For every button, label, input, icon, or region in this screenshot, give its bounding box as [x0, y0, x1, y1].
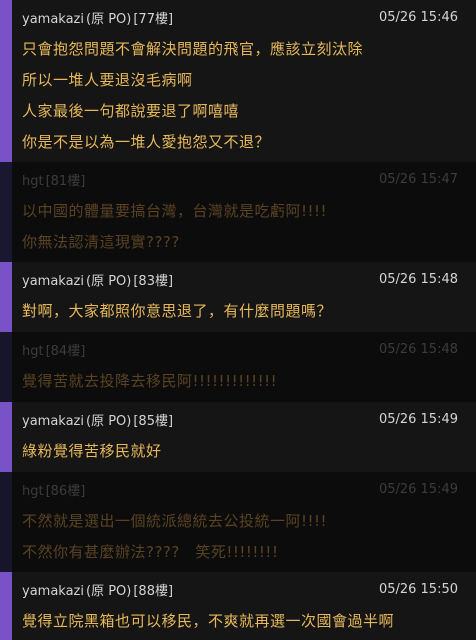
floor-number: [84樓] — [45, 343, 86, 359]
comment-timestamp: 05/26 15:49 — [378, 411, 458, 427]
comment-author: yamakazi (原 PO) [83樓] — [22, 270, 175, 289]
comment-other-3: hgt [84樓] 05/26 15:48 覺得苦就去投降去移民阿!!!!!!!!!!… — [0, 332, 476, 402]
comment-accent-bar — [0, 0, 12, 162]
floor-number: [86樓] — [45, 483, 86, 499]
comment-line: 只會抱怨問題不會解決問題的飛官，應該立刻汰除 — [22, 40, 364, 58]
comment-line: 所以一堆人要退沒毛病啊 — [22, 71, 193, 89]
comment-line: 綠粉覺得苦移民就好 — [22, 442, 162, 460]
floor-number: [85樓] — [133, 413, 174, 429]
op-tag: (原 PO) — [86, 413, 132, 429]
username[interactable]: hgt — [22, 174, 44, 189]
comment-author: hgt [86樓] — [22, 480, 87, 499]
comment-line: 人家最後一句都說要退了啊嘻嘻 — [22, 102, 240, 120]
comment-line: 覺得立院黑箱也可以移民，不爽就再選一次國會過半啊 — [22, 612, 395, 630]
username[interactable]: hgt — [22, 344, 44, 359]
comment-accent-bar — [0, 572, 12, 640]
comment-timestamp: 05/26 15:49 — [378, 481, 458, 497]
username[interactable]: hgt — [22, 484, 44, 499]
comment-author: yamakazi (原 PO) [88樓] — [22, 580, 175, 599]
comment-header: yamakazi (原 PO) [77樓] 05/26 15:46 — [22, 0, 458, 34]
comment-body: 對啊，大家都照你意思退了，有什麼問題嗎？ — [22, 296, 458, 333]
comment-header: yamakazi (原 PO) [85樓] 05/26 15:49 — [22, 402, 458, 436]
floor-number: [88樓] — [133, 583, 174, 599]
comment-accent-bar — [0, 472, 12, 572]
username[interactable]: yamakazi — [22, 274, 84, 289]
comment-other-1: hgt [81樓] 05/26 15:47 以中國的體量要搞台灣，台灣就是吃虧阿!!!… — [0, 162, 476, 262]
comment-line: 你是不是以為一堆人愛抱怨又不退？ — [22, 133, 271, 151]
comment-line: 以中國的體量要搞台灣，台灣就是吃虧阿!!!! — [22, 202, 328, 220]
floor-number: [77樓] — [133, 11, 174, 27]
comment-header: hgt [81樓] 05/26 15:47 — [22, 162, 458, 196]
comment-body: 以中國的體量要搞台灣，台灣就是吃虧阿!!!! 你無法認清這現實???? — [22, 196, 458, 264]
comment-timestamp: 05/26 15:50 — [378, 581, 458, 597]
comment-author: yamakazi (原 PO) [85樓] — [22, 410, 175, 429]
comment-op-2: yamakazi (原 PO) [83樓] 05/26 15:48 對啊，大家都照你意思… — [0, 262, 476, 332]
comment-author: hgt [84樓] — [22, 340, 87, 359]
floor-number: [83樓] — [133, 273, 174, 289]
comment-timestamp: 05/26 15:48 — [378, 271, 458, 287]
comment-accent-bar — [0, 162, 12, 262]
comment-line: 不然你有甚麼辦法???? 笑死!!!!!!!! — [22, 543, 279, 561]
comment-timestamp: 05/26 15:48 — [378, 341, 458, 357]
comment-header: hgt [86樓] 05/26 15:49 — [22, 472, 458, 506]
comment-body: 覺得立院黑箱也可以移民，不爽就再選一次國會過半啊 — [22, 606, 458, 640]
comment-timestamp: 05/26 15:46 — [378, 9, 458, 25]
comment-header: yamakazi (原 PO) [83樓] 05/26 15:48 — [22, 262, 458, 296]
comment-body: 覺得苦就去投降去移民阿!!!!!!!!!!!!! — [22, 366, 458, 403]
comment-line: 對啊，大家都照你意思退了，有什麼問題嗎？ — [22, 302, 333, 320]
comment-op-0: yamakazi (原 PO) [77樓] 05/26 15:46 只會抱怨問題不會解決… — [0, 0, 476, 162]
comment-author: yamakazi (原 PO) [77樓] — [22, 8, 175, 27]
comment-body: 只會抱怨問題不會解決問題的飛官，應該立刻汰除 所以一堆人要退沒毛病啊人家最後一句都… — [22, 34, 458, 164]
op-tag: (原 PO) — [86, 583, 132, 599]
comment-op-4: yamakazi (原 PO) [85樓] 05/26 15:49 綠粉覺得苦移民就好 — [0, 402, 476, 472]
comment-accent-bar — [0, 332, 12, 402]
comment-accent-bar — [0, 262, 12, 332]
op-tag: (原 PO) — [86, 273, 132, 289]
comment-body: 不然就是選出一個統派總統去公投統一阿!!!! 不然你有甚麼辦法???? 笑死!!!… — [22, 506, 458, 574]
op-tag: (原 PO) — [86, 11, 132, 27]
comment-accent-bar — [0, 402, 12, 472]
comment-line: 不然就是選出一個統派總統去公投統一阿!!!! — [22, 512, 328, 530]
comment-thread: yamakazi (原 PO) [77樓] 05/26 15:46 只會抱怨問題不會解決… — [0, 0, 476, 640]
comment-line: 你無法認清這現實???? — [22, 233, 180, 251]
comment-author: hgt [81樓] — [22, 170, 87, 189]
username[interactable]: yamakazi — [22, 584, 84, 599]
floor-number: [81樓] — [45, 173, 86, 189]
comment-line: 覺得苦就去投降去移民阿!!!!!!!!!!!!! — [22, 372, 278, 390]
comment-op-6: yamakazi (原 PO) [88樓] 05/26 15:50 覺得立院黑箱也可以移… — [0, 572, 476, 640]
comment-header: yamakazi (原 PO) [88樓] 05/26 15:50 — [22, 572, 458, 606]
comment-body: 綠粉覺得苦移民就好 — [22, 436, 458, 473]
comment-other-5: hgt [86樓] 05/26 15:49 不然就是選出一個統派總統去公投統一阿!!!… — [0, 472, 476, 572]
username[interactable]: yamakazi — [22, 414, 84, 429]
username[interactable]: yamakazi — [22, 12, 84, 27]
comment-timestamp: 05/26 15:47 — [378, 171, 458, 187]
comment-header: hgt [84樓] 05/26 15:48 — [22, 332, 458, 366]
